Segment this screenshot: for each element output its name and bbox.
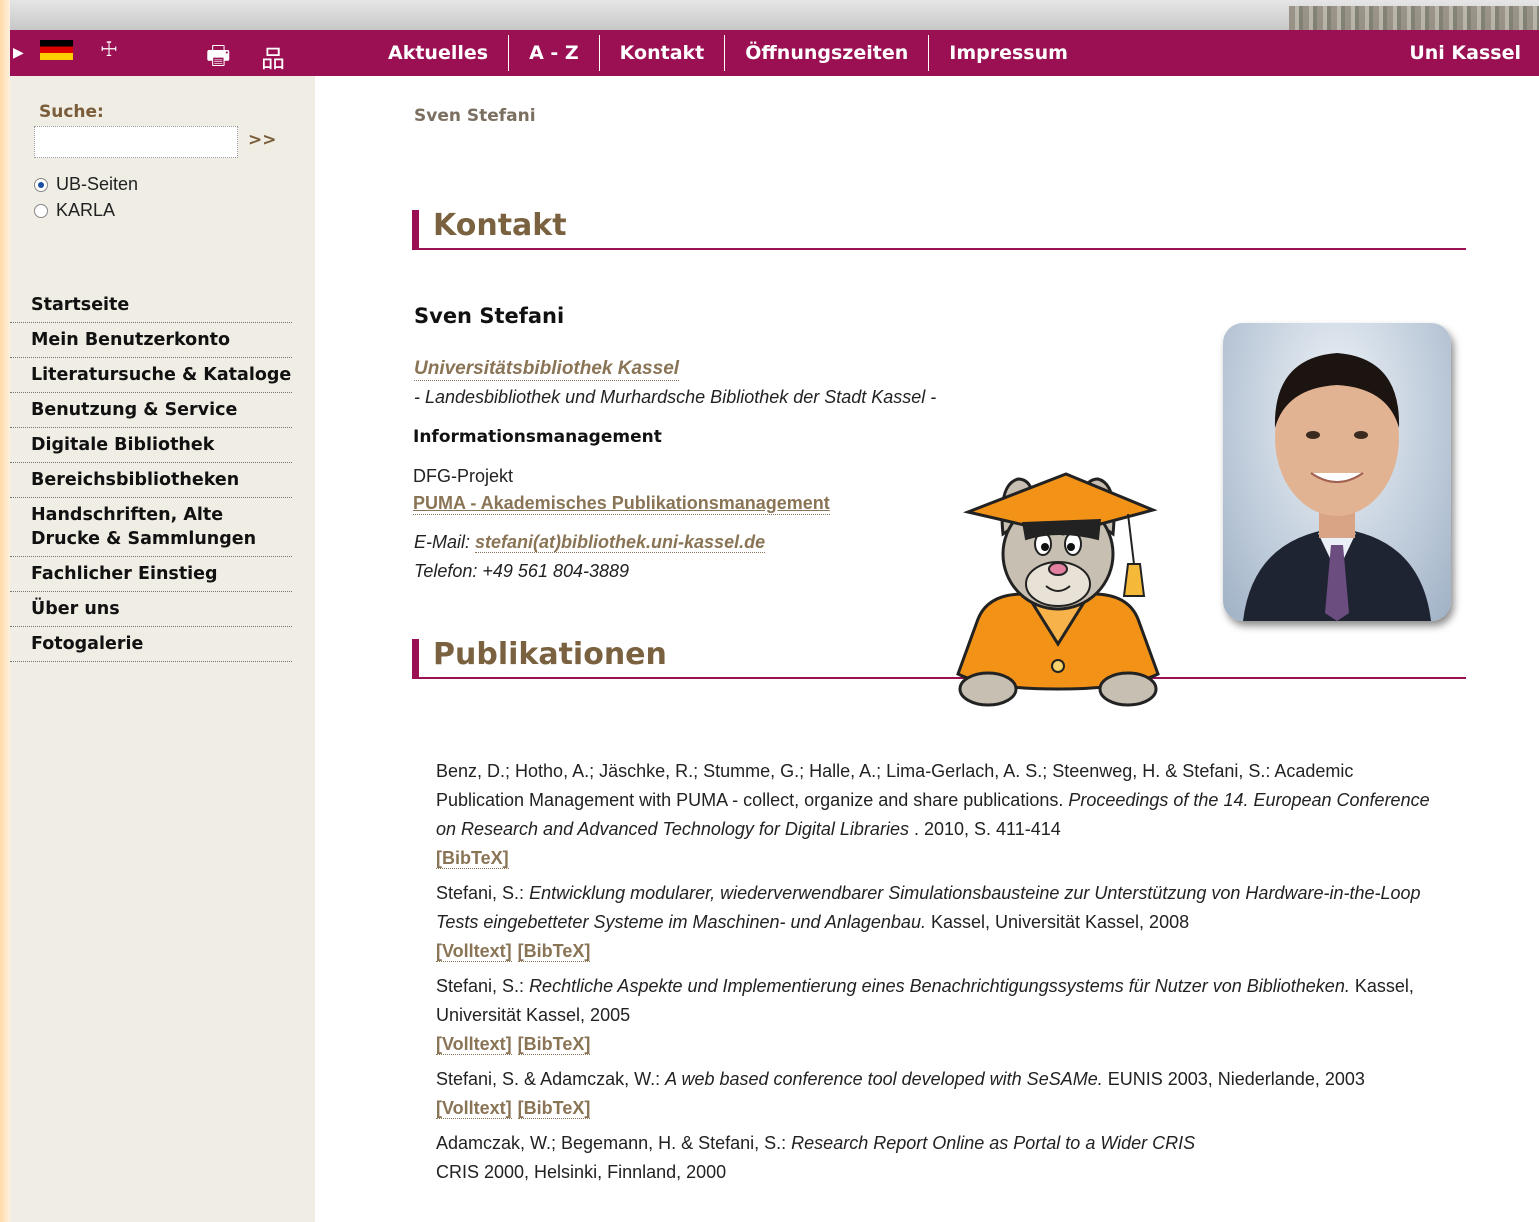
- publication-item: Adamczak, W.; Begemann, H. & Stefani, S.…: [436, 1129, 1446, 1187]
- bibtex-link[interactable]: [BibTeX]: [436, 848, 509, 869]
- pub-title: Rechtliche Aspekte und Implementierung e…: [529, 976, 1350, 996]
- publikationen-heading: Publikationen: [412, 637, 1466, 679]
- sidebar-item-bereichsbibliotheken[interactable]: Bereichsbibliotheken: [10, 463, 292, 498]
- bibtex-link[interactable]: [BibTeX]: [517, 1034, 591, 1055]
- uni-kassel-link[interactable]: Uni Kassel: [1409, 30, 1521, 76]
- sidebar-item-ueber-uns[interactable]: Über uns: [10, 592, 292, 627]
- nav-aktuelles[interactable]: Aktuelles: [368, 35, 510, 71]
- pub-authors: Stefani, S.:: [436, 883, 530, 903]
- nav-impressum[interactable]: Impressum: [929, 35, 1088, 71]
- nav-kontakt[interactable]: Kontakt: [600, 35, 726, 71]
- campus-photo: [1289, 6, 1539, 30]
- nav-oeffnungszeiten[interactable]: Öffnungszeiten: [725, 35, 930, 71]
- sidebar: Suche: >> UB-Seiten KARLA Startseite Mei…: [10, 76, 315, 1222]
- print-icon[interactable]: 🖶: [206, 37, 231, 81]
- pub-authors: Stefani, S. & Adamczak, W.:: [436, 1069, 666, 1089]
- department: Informationsmanagement: [413, 427, 662, 447]
- pub-details: CRIS 2000, Helsinki, Finnland, 2000: [436, 1162, 727, 1182]
- sidebar-item-benutzung[interactable]: Benutzung & Service: [10, 393, 292, 428]
- org-subtitle: - Landesbibliothek und Murhardsche Bibli…: [414, 387, 937, 407]
- search-label: Suche:: [39, 102, 104, 122]
- email-line: E-Mail: stefani(at)bibliothek.uni-kassel…: [414, 532, 766, 553]
- pub-authors: Adamczak, W.; Begemann, H. & Stefani, S.…: [436, 1133, 792, 1153]
- pub-title: Research Report Online as Portal to a Wi…: [791, 1133, 1196, 1153]
- radio-label: UB-Seiten: [56, 174, 139, 194]
- publication-item: Stefani, S.: Rechtliche Aspekte und Impl…: [436, 972, 1446, 1059]
- search-submit-button[interactable]: >>: [248, 130, 277, 150]
- project-link[interactable]: PUMA - Akademisches Publikationsmanageme…: [413, 493, 830, 515]
- sidebar-item-benutzerkonto[interactable]: Mein Benutzerkonto: [10, 323, 292, 358]
- volltext-link[interactable]: [Volltext]: [436, 1034, 512, 1055]
- radio-unselected-icon[interactable]: [34, 203, 48, 218]
- uk-flag-icon[interactable]: ☩: [92, 39, 126, 61]
- email-link[interactable]: stefani(at)bibliothek.uni-kassel.de: [475, 532, 766, 553]
- bibtex-link[interactable]: [BibTeX]: [517, 1098, 591, 1119]
- radio-label: KARLA: [56, 200, 116, 220]
- pub-title: A web based conference tool developed wi…: [665, 1069, 1103, 1089]
- top-navbar: ▶ ☩ 🖶 品 Aktuelles A - Z Kontakt Öffnungs…: [10, 30, 1539, 76]
- sidebar-item-digitale-bibliothek[interactable]: Digitale Bibliothek: [10, 428, 292, 463]
- sidebar-item-fotogalerie[interactable]: Fotogalerie: [10, 627, 292, 662]
- pub-details: EUNIS 2003, Niederlande, 2003: [1102, 1069, 1365, 1089]
- radio-ub-seiten[interactable]: UB-Seiten: [34, 174, 138, 195]
- header-banner: [10, 0, 1539, 30]
- german-flag-icon[interactable]: [40, 40, 73, 60]
- publication-item: Benz, D.; Hotho, A.; Jäschke, R.; Stumme…: [436, 757, 1446, 873]
- pub-authors: Stefani, S.:: [436, 976, 530, 996]
- person-name: Sven Stefani: [414, 304, 565, 328]
- phone-line: Telefon: +49 561 804-3889: [414, 561, 630, 581]
- publication-item: Stefani, S.: Entwicklung modularer, wied…: [436, 879, 1446, 966]
- project-label: DFG-Projekt: [413, 466, 514, 486]
- breadcrumb: Sven Stefani: [414, 106, 536, 126]
- radio-selected-icon[interactable]: [34, 177, 48, 192]
- kontakt-heading-text: Kontakt: [433, 208, 567, 243]
- bibtex-link[interactable]: [BibTeX]: [517, 941, 591, 962]
- sidebar-item-handschriften[interactable]: Handschriften, Alte Drucke & Sammlungen: [10, 498, 292, 557]
- main-menu: Aktuelles A - Z Kontakt Öffnungszeiten I…: [368, 30, 1088, 76]
- kontakt-heading: Kontakt: [412, 208, 1466, 250]
- sidebar-item-fachlicher-einstieg[interactable]: Fachlicher Einstieg: [10, 557, 292, 592]
- volltext-link[interactable]: [Volltext]: [436, 1098, 512, 1119]
- pub-details: Kassel, Universität Kassel, 2008: [925, 912, 1190, 932]
- email-label: E-Mail:: [414, 532, 471, 552]
- play-arrow-icon: ▶: [13, 44, 24, 60]
- publikationen-heading-text: Publikationen: [433, 637, 667, 672]
- org-link[interactable]: Universitätsbibliothek Kassel: [414, 358, 680, 381]
- person-photo: [1223, 323, 1451, 621]
- search-input[interactable]: [34, 126, 238, 158]
- mascot-graduate-mouse-image: [956, 472, 1160, 707]
- radio-karla[interactable]: KARLA: [34, 200, 115, 221]
- sitemap-icon[interactable]: 品: [261, 39, 285, 74]
- pub-details: . 2010, S. 411-414: [908, 819, 1061, 839]
- nav-a-z[interactable]: A - Z: [509, 35, 600, 71]
- publication-item: Stefani, S. & Adamczak, W.: A web based …: [436, 1065, 1446, 1123]
- sidebar-item-startseite[interactable]: Startseite: [10, 288, 292, 323]
- sidebar-nav: Startseite Mein Benutzerkonto Literaturs…: [10, 288, 292, 662]
- sidebar-item-literatursuche[interactable]: Literatursuche & Kataloge: [10, 358, 292, 393]
- publications-list: Benz, D.; Hotho, A.; Jäschke, R.; Stumme…: [436, 757, 1446, 1193]
- volltext-link[interactable]: [Volltext]: [436, 941, 512, 962]
